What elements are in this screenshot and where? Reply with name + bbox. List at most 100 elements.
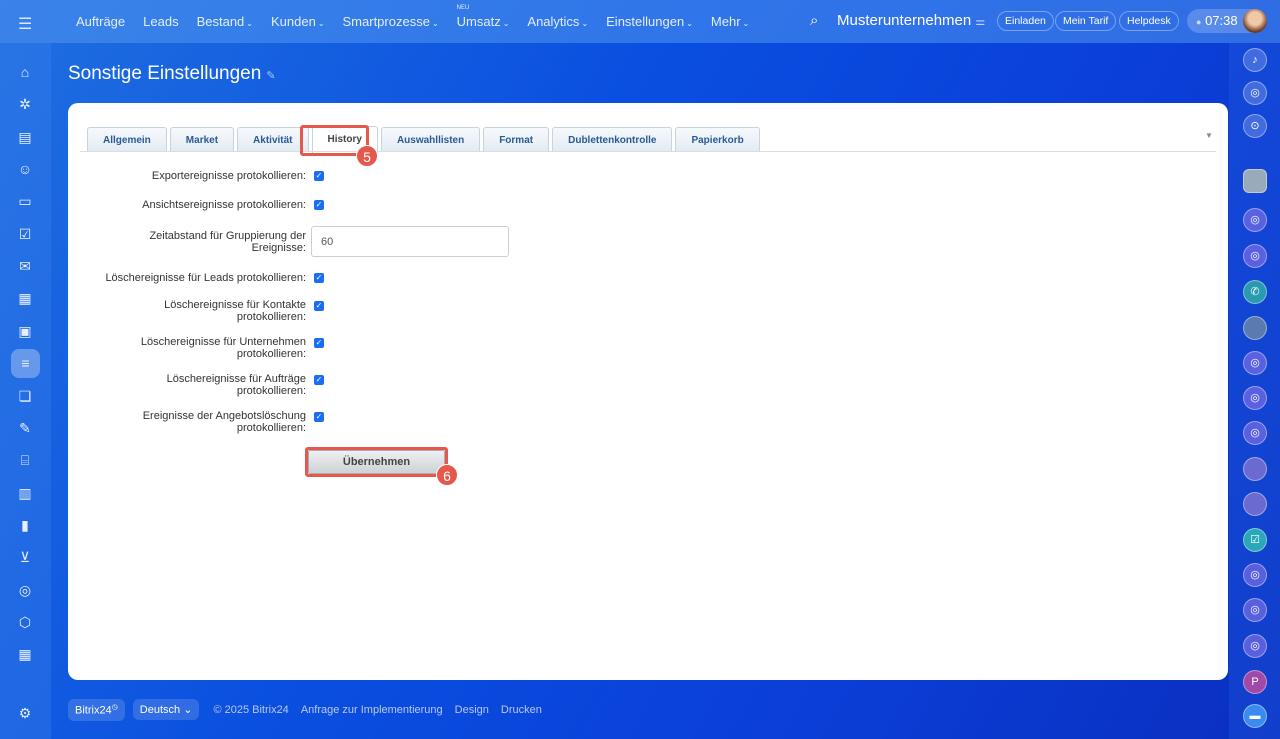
clock-icon: ◷ [111,704,118,711]
time-label: 07:38 [1205,13,1238,28]
phone-icon[interactable]: ✆ [1243,280,1267,304]
chat-avatar[interactable]: ◎ [1243,634,1267,658]
interval-input[interactable]: 60 [311,226,509,257]
language-select[interactable]: Deutsch ⌄ [132,699,200,721]
delete-companies-checkbox[interactable]: ✓ [314,338,324,348]
chat-avatar[interactable]: ◎ [1243,598,1267,622]
helpdesk-button[interactable]: Helpdesk [1119,11,1179,31]
chat-avatar[interactable]: ◎ [1243,563,1267,587]
tab-papierkorb[interactable]: Papierkorb [675,127,760,152]
nav-analytics[interactable]: Analytics ⌄ [527,14,588,29]
task-chat-icon[interactable]: ☑ [1243,528,1267,552]
chat-avatar[interactable]: ◎ [1243,421,1267,445]
delete-companies-label: Löschereignisse für Unternehmen protokol… [140,336,306,360]
chat-avatar[interactable]: ◎ [1243,244,1267,268]
tab-dublettenkontrolle[interactable]: Dublettenkontrolle [552,127,673,152]
highlight-frame [305,447,448,477]
box-icon[interactable]: ⬡ [15,612,35,632]
footer-link-print[interactable]: Drucken [501,704,542,716]
tab-bar: Allgemein Market Aktivität History Auswa… [87,126,760,153]
chevron-down-icon: ⌄ [317,19,325,28]
schedule-icon[interactable]: ▦ [15,644,35,664]
cart-icon[interactable]: ⊻ [15,547,35,567]
contacts-icon[interactable]: ☺ [15,159,35,179]
footer-link-implementation[interactable]: Anfrage zur Implementierung [301,704,443,716]
nav-label: Leads [143,14,179,29]
export-checkbox[interactable]: ✓ [314,171,324,181]
nav-einstellungen[interactable]: Einstellungen ⌄ [606,14,693,29]
nav-label: Einstellungen [606,14,685,29]
delete-contacts-checkbox[interactable]: ✓ [314,301,324,311]
nav-smartprozesse[interactable]: Smartprozesse ⌄ [343,14,439,29]
nav-auftraege[interactable]: Aufträge [76,14,125,29]
nav-mehr[interactable]: Mehr ⌄ [711,14,749,29]
tasks-list-icon[interactable]: ▤ [15,127,35,147]
contact-avatar[interactable] [1243,169,1267,193]
footer-link-design[interactable]: Design [455,704,489,716]
delete-orders-label: Löschereignisse für Aufträge protokollie… [166,373,306,397]
menu-icon[interactable]: ☰ [18,14,32,34]
feed-icon[interactable]: ✲ [15,94,35,114]
chat-avatar[interactable]: ◎ [1243,351,1267,375]
chat-avatar[interactable]: P [1243,670,1267,694]
tab-format[interactable]: Format [483,127,550,152]
settings-sliders-icon: ⚌ [975,16,986,28]
chevron-down-icon: ⌄ [431,19,439,28]
search-icon[interactable]: ⌕ [810,12,818,29]
tab-divider [80,151,1216,152]
bell-icon[interactable]: ♪ [1243,48,1267,72]
footer: Bitrix24◷ Deutsch ⌄ © 2025 Bitrix24 Anfr… [68,699,542,721]
page-title: Sonstige Einstellungen ✎ [68,63,276,85]
top-nav: Aufträge Leads Bestand ⌄ Kunden ⌄ Smartpro… [76,5,767,29]
nav-umsatz[interactable]: NEU Umsatz ⌄ [457,5,510,29]
analytics-icon[interactable]: ▮ [15,515,35,535]
copilot-icon[interactable]: ◎ [1243,81,1267,105]
chat-avatar[interactable]: ◎ [1243,386,1267,410]
nav-kunden[interactable]: Kunden ⌄ [271,14,325,29]
brand-label: Bitrix24 [75,704,112,717]
chat-icon[interactable]: ❏ [15,386,35,406]
tab-auswahllisten[interactable]: Auswahllisten [380,127,481,152]
pin-icon[interactable]: ✎ [266,70,275,82]
delete-leads-checkbox[interactable]: ✓ [314,273,324,283]
delete-orders-checkbox[interactable]: ✓ [314,375,324,385]
chat-avatar[interactable] [1243,457,1267,481]
nav-label: Smartprozesse [342,14,430,29]
bitrix24-button[interactable]: Bitrix24◷ [68,699,125,721]
sign-icon[interactable]: ✎ [15,418,35,438]
tab-allgemein[interactable]: Allgemein [87,127,167,152]
chat-avatar[interactable]: ◎ [1243,208,1267,232]
nav-leads[interactable]: Leads [143,14,178,29]
store-icon[interactable]: ⌸ [15,450,35,470]
tab-market[interactable]: Market [169,127,235,152]
language-label: Deutsch [139,704,181,717]
step-badge: 5 [356,145,378,167]
tabs-more-icon[interactable]: ▼ [1205,131,1213,140]
messages-icon[interactable]: ▬ [1243,704,1267,728]
chat-search-icon[interactable]: ⊙ [1243,114,1267,138]
company-label: Musterunternehmen [837,12,972,29]
delete-quotes-checkbox[interactable]: ✓ [314,412,324,422]
inbox-icon[interactable]: ▭ [15,191,35,211]
nav-bestand[interactable]: Bestand ⌄ [197,14,253,29]
nav-label: Aufträge [76,14,126,29]
crm-funnel-icon[interactable]: ≡ [11,349,40,378]
invite-button[interactable]: Einladen [997,11,1054,31]
sites-icon[interactable]: ▥ [15,483,35,503]
tab-aktivitaet[interactable]: Aktivität [237,127,309,152]
board-icon[interactable]: ▣ [15,321,35,341]
user-avatar[interactable] [1243,9,1267,33]
target-icon[interactable]: ◎ [15,580,35,600]
chat-avatar[interactable] [1243,492,1267,516]
plan-button[interactable]: Mein Tarif [1055,11,1117,31]
company-name[interactable]: Musterunternehmen ⚌ [837,12,985,29]
mail-icon[interactable]: ✉ [15,256,35,276]
chevron-down-icon: ⌄ [246,19,253,28]
calendar-icon[interactable]: ▦ [15,288,35,308]
checkbox-icon[interactable]: ☑ [15,224,35,244]
chevron-down-icon: ⌄ [742,19,750,28]
chat-avatar[interactable] [1243,316,1267,340]
home-icon[interactable]: ⌂ [15,62,35,82]
view-checkbox[interactable]: ✓ [314,200,324,210]
settings-gear-icon[interactable]: ⚙ [15,703,35,723]
